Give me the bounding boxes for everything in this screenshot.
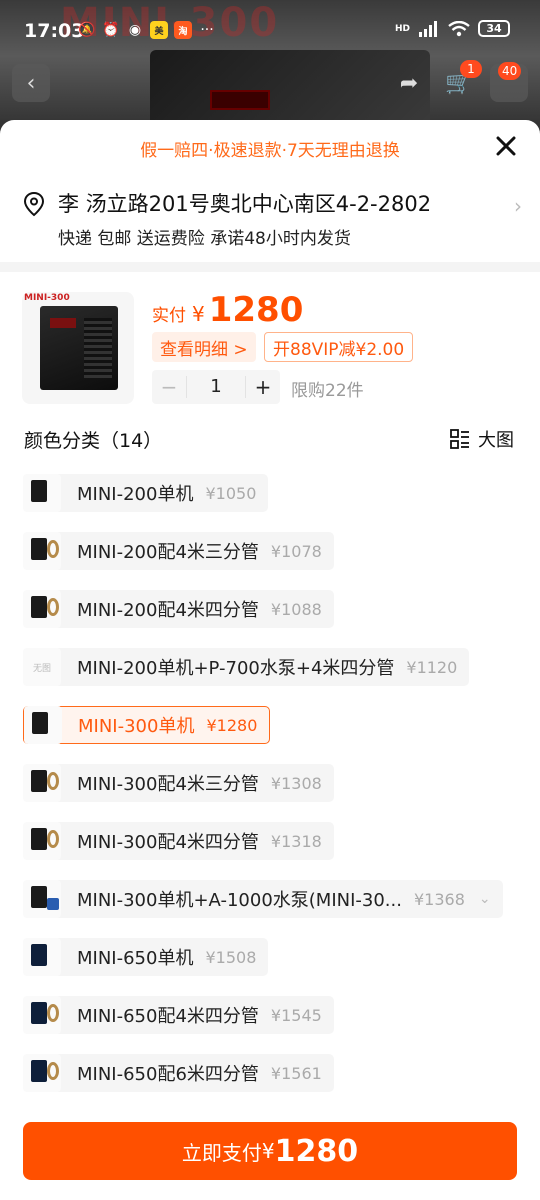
variant-option[interactable]: 无图 MINI-200单机+P-700水泵+4米四分管 ¥1120 [23,648,470,686]
quantity-value[interactable]: 1 [186,376,246,398]
price-label: 实付 [152,306,186,326]
variant-name: MINI-300配4米四分管 [77,832,259,853]
price-currency: ¥ [192,302,205,326]
variant-option[interactable]: MINI-650配4米四分管 ¥1545 [23,996,334,1034]
back-icon[interactable]: ‹ [12,64,50,102]
variant-name: MINI-650配6米四分管 [77,1064,259,1085]
battery-indicator: 34 [478,20,510,37]
variant-option[interactable]: MINI-200配4米四分管 ¥1088 [23,590,334,628]
variant-thumbnail [23,822,61,860]
variant-price: ¥1050 [205,483,257,503]
location-pin-icon [23,191,45,217]
close-icon[interactable] [492,132,520,160]
price-value: 1280 [208,290,304,330]
cart-badge: 1 [460,60,482,78]
variant-name: MINI-300单机+A-1000水泵(MINI-30... [77,890,402,911]
variant-thumbnail [23,880,61,918]
no-image-label: 无图 [32,663,51,674]
variant-name: MINI-650配4米四分管 [77,1006,259,1027]
pay-now-button[interactable]: 立即支付 ¥ 1280 [23,1122,517,1180]
variant-thumbnail [23,996,61,1034]
more-badge: 40 [498,62,522,80]
variant-name: MINI-200单机+P-700水泵+4米四分管 [77,658,395,679]
thumbnail-brand-label: MINI-300 [24,293,70,303]
variant-price: ¥1508 [205,947,257,967]
status-bar: 17:03 🔕 ⏰ ◉ 美 淘 ··· HD 34 [0,0,540,60]
increment-button[interactable]: + [246,370,280,404]
variant-name: MINI-300单机 [78,716,195,737]
purchase-limit: 限购22件 [291,381,364,401]
cart-icon[interactable]: 🛒 1 [440,60,482,102]
pay-currency: ¥ [261,1139,275,1163]
variant-price: ¥1280 [206,715,258,735]
variant-option[interactable]: MINI-300配4米四分管 ¥1318 [23,822,334,860]
variant-option[interactable]: MINI-650单机 ¥1508 [23,938,269,976]
variant-name: MINI-300配4米三分管 [77,774,259,795]
variant-price: ¥1318 [270,831,322,851]
variant-price: ¥1120 [406,657,458,677]
variant-name: MINI-200单机 [77,484,194,505]
variant-option[interactable]: MINI-200单机 ¥1050 [23,474,269,512]
grid-list-icon [450,429,469,449]
variant-name: MINI-200配4米三分管 [77,542,259,563]
variant-thumbnail [23,590,61,628]
variant-thumbnail [23,532,61,570]
circle-app-icon: ◉ [128,22,142,38]
big-view-label: 大图 [478,430,514,451]
variant-thumbnail: 无图 [23,648,61,686]
variant-price: ¥1368 [413,889,465,909]
variant-name: MINI-200配4米四分管 [77,600,259,621]
variant-price: ¥1078 [270,541,322,561]
chevron-down-icon[interactable]: ⌄ [479,891,491,907]
alarm-icon: ⏰ [102,22,120,38]
more-notifications-icon: ··· [200,22,214,38]
meituan-icon: 美 [150,21,168,39]
variant-option[interactable]: MINI-300单机 ¥1280 [23,706,271,744]
status-time: 17:03 [24,20,85,42]
variant-section-title: 颜色分类（14） [24,430,163,452]
promo-banner: 假一赔四·极速退款·7天无理由退换 [140,141,400,161]
variant-price: ¥1561 [270,1063,322,1083]
variant-name: MINI-650单机 [77,948,194,969]
variant-thumbnail [23,1054,61,1092]
share-icon[interactable]: ➦ [390,64,428,102]
pay-amount: 1280 [274,1133,359,1169]
vip-discount-tag[interactable]: 开88VIP减¥2.00 [264,332,414,362]
variant-thumbnail [23,938,61,976]
hd-label: HD [394,23,410,34]
chevron-right-icon: › [514,194,522,218]
wifi-icon [448,20,470,36]
variant-option[interactable]: MINI-300单机+A-1000水泵(MINI-30... ¥1368 ⌄ [23,880,503,918]
variant-price: ¥1545 [270,1005,322,1025]
quantity-stepper: − 1 + [152,370,280,404]
mute-icon: 🔕 [78,22,96,38]
more-icon[interactable]: 40 [490,62,528,102]
variant-option[interactable]: MINI-300配4米三分管 ¥1308 [23,764,334,802]
section-divider [0,262,540,272]
variant-thumbnail [23,764,61,802]
signal-icon [419,20,437,37]
variant-option[interactable]: MINI-200配4米三分管 ¥1078 [23,532,334,570]
address-line: 李 汤立路201号奥北中心南区4-2-2802 [58,192,432,216]
delivery-services: 快递 包邮 送运费险 承诺48小时内发货 [58,229,351,249]
purchase-sheet: 假一赔四·极速退款·7天无理由退换 李 汤立路201号奥北中心南区4-2-280… [0,120,540,1200]
product-thumbnail[interactable]: MINI-300 [22,292,134,404]
variant-option[interactable]: MINI-650配6米四分管 ¥1561 [23,1054,334,1092]
variant-price: ¥1308 [270,773,322,793]
decrement-button[interactable]: − [152,370,186,404]
variant-thumbnail [23,474,61,512]
variant-thumbnail [24,706,62,744]
taobao-icon: 淘 [174,21,192,39]
price-row: 实付 ¥ 1280 [152,290,303,330]
variant-price: ¥1088 [270,599,322,619]
pay-label: 立即支付 [181,1140,262,1165]
view-detail-button[interactable]: 查看明细 > [152,332,256,362]
big-view-toggle[interactable]: 大图 [450,426,514,452]
status-notification-icons: 🔕 ⏰ ◉ 美 淘 ··· [78,21,216,39]
